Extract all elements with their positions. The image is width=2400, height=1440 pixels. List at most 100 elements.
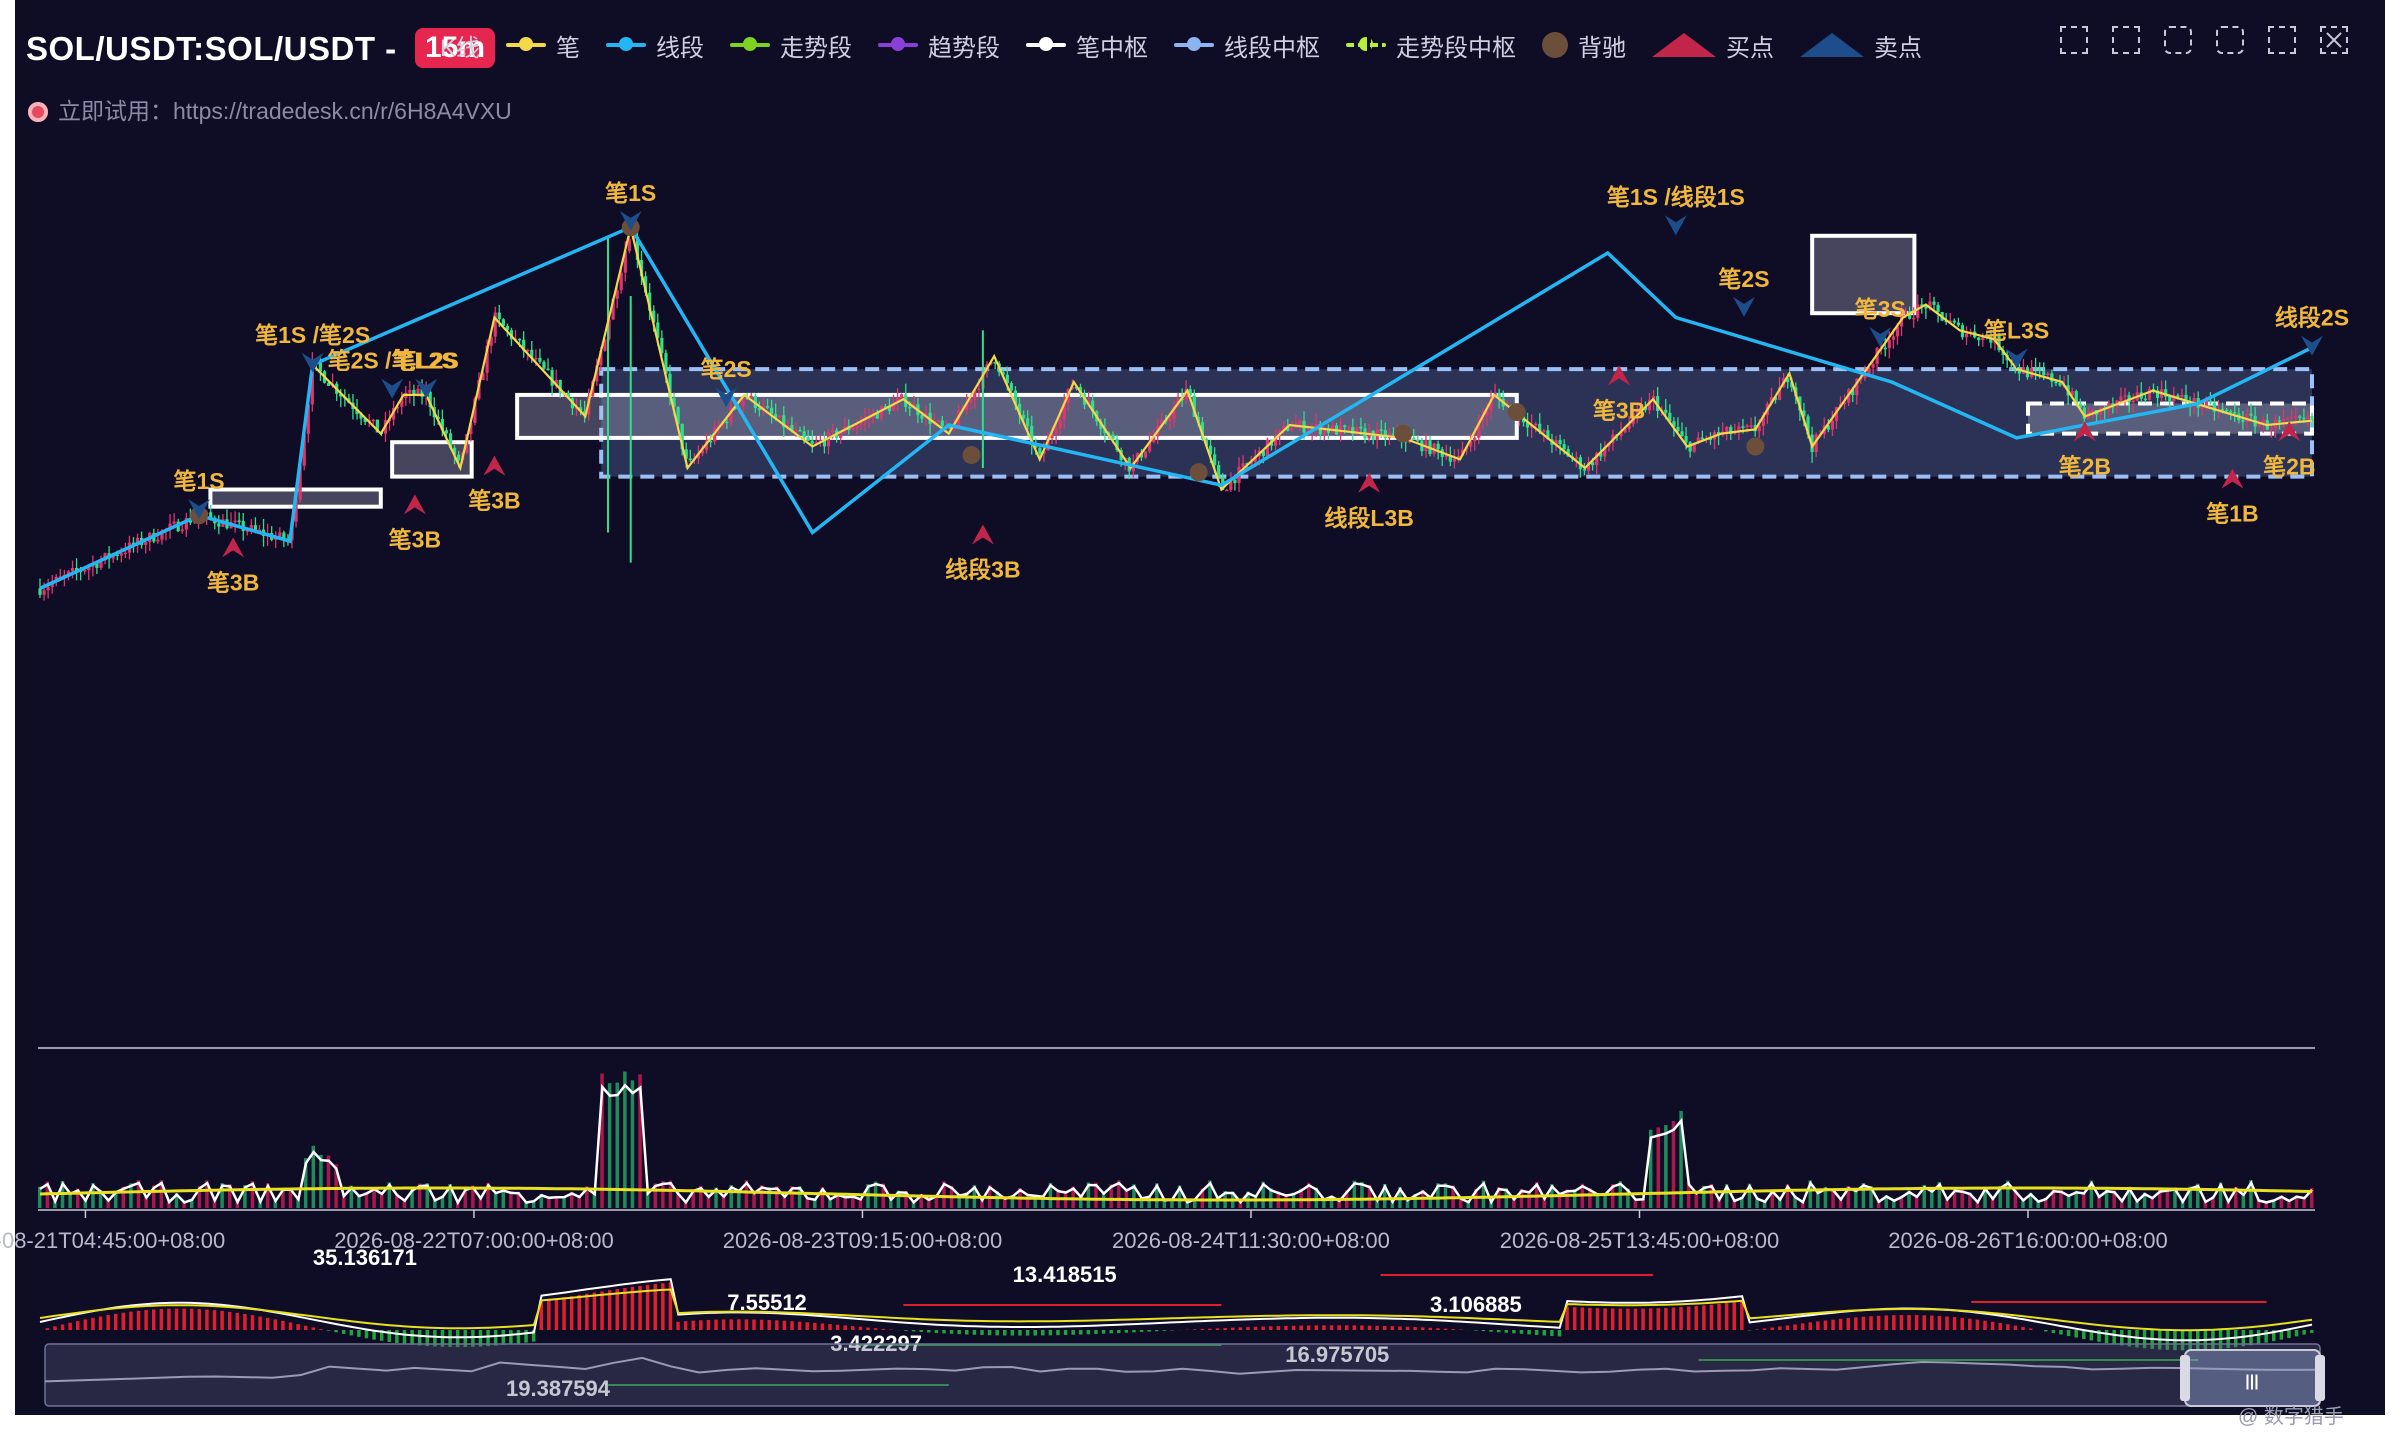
macd-histogram-bar (197, 1309, 202, 1330)
macd-histogram-bar (53, 1326, 57, 1330)
macd-histogram-bar (265, 1317, 270, 1330)
macd-histogram-bar (227, 1311, 232, 1330)
macd-histogram-bar (813, 1322, 817, 1330)
candle-body (2269, 428, 2273, 430)
candle-body (2034, 368, 2038, 370)
volume-bar (1671, 1120, 1676, 1208)
macd-histogram-bar (1086, 1330, 1091, 1335)
candle-body (851, 427, 855, 431)
macd-histogram-bar (1785, 1325, 1790, 1330)
macd-histogram-bar (714, 1319, 718, 1330)
macd-histogram-bar (1823, 1320, 1828, 1330)
volume-bar (623, 1071, 627, 1208)
macd-histogram-bar (1253, 1326, 1258, 1330)
candle-body (1241, 463, 1245, 467)
macd-histogram-bar (288, 1322, 293, 1330)
macd-histogram-bar (1413, 1327, 1417, 1330)
candle-body (1416, 439, 1420, 442)
macd-histogram-bar (775, 1320, 779, 1330)
candle-body (908, 406, 912, 409)
macd-histogram-bar (1770, 1327, 1774, 1330)
macd-histogram-bar (83, 1319, 88, 1330)
candle-body (1688, 442, 1692, 452)
macd-histogram-bar (1557, 1330, 1562, 1337)
macd-histogram-bar (965, 1330, 969, 1335)
candle-body (969, 399, 973, 403)
macd-histogram-bar (2112, 1330, 2116, 1345)
macd-histogram-bar (2006, 1324, 2010, 1330)
candle-body (1883, 347, 1887, 350)
macd-histogram-bar (1519, 1330, 1524, 1334)
candle-body (2038, 369, 2042, 372)
macd-histogram-bar (1048, 1330, 1053, 1336)
macd-histogram-bar (1010, 1330, 1015, 1336)
macd-histogram-bar (1367, 1325, 1372, 1330)
macd-histogram-bar (1861, 1316, 1866, 1330)
macd-histogram-bar (600, 1291, 604, 1330)
macd-histogram-bar (1481, 1330, 1486, 1332)
macd-histogram-bar (1398, 1326, 1402, 1330)
macd-histogram-bar (1344, 1325, 1349, 1330)
macd-histogram-bar (972, 1330, 977, 1335)
macd-histogram-bar (273, 1319, 278, 1330)
macd-value-label: 35.136171 (313, 1245, 417, 1270)
macd-histogram-bar (987, 1330, 992, 1336)
sell-point-label: 笔1S (605, 180, 656, 206)
macd-dif-line (39, 1278, 2313, 1342)
macd-histogram-bar (797, 1321, 802, 1330)
candle-body (1964, 333, 1969, 338)
chart-svg: 笔3B笔3B笔3B线段3B线段L3B笔3B笔2B笔1B笔2B笔1S笔1S /笔2… (0, 180, 2349, 1407)
candle-body (119, 553, 123, 556)
data-zoom-handle[interactable] (2315, 1355, 2325, 1401)
macd-histogram-bar (1268, 1326, 1273, 1330)
macd-histogram-bar (699, 1320, 703, 1330)
buy-point-marker (483, 455, 506, 476)
macd-histogram-bar (1960, 1317, 1964, 1330)
macd-histogram-bar (767, 1320, 771, 1330)
macd-histogram-bar (1937, 1315, 1942, 1330)
candle-body (830, 430, 835, 433)
macd-histogram-bar (1990, 1321, 1995, 1330)
candle-body (1932, 301, 1936, 305)
macd-histogram-bar (1694, 1305, 1699, 1330)
macd-histogram-bar (1474, 1330, 1478, 1331)
macd-histogram-bar (1436, 1328, 1440, 1330)
candle-body (1830, 420, 1835, 430)
macd-histogram-bar (729, 1319, 733, 1330)
macd-histogram-bar (2310, 1330, 2314, 1333)
macd-histogram-bar (1808, 1322, 1812, 1330)
candle-body (46, 586, 50, 591)
macd-histogram-bar (1709, 1304, 1714, 1330)
buy-point-label: 线段3B (945, 557, 1020, 583)
macd-histogram-bar (881, 1328, 885, 1330)
macd-histogram-bar (1284, 1325, 1288, 1330)
macd-histogram-bar (1352, 1325, 1357, 1330)
candle-body (749, 395, 753, 399)
macd-histogram-bar (828, 1324, 832, 1330)
macd-histogram-bar (1952, 1317, 1957, 1330)
buy-point-label: 线段L3B (1324, 505, 1413, 531)
macd-histogram-bar (235, 1312, 240, 1330)
macd-histogram-bar (744, 1319, 749, 1330)
macd-histogram-bar (873, 1328, 878, 1330)
candle-body (806, 437, 810, 441)
candle-body (1952, 320, 1956, 323)
macd-histogram-bar (1132, 1330, 1136, 1333)
macd-histogram-bar (2294, 1330, 2299, 1337)
macd-histogram-bar (942, 1330, 946, 1334)
macd-histogram-bar (1139, 1330, 1144, 1332)
macd-histogram-bar (706, 1319, 711, 1330)
macd-histogram-bar (1846, 1318, 1850, 1330)
candle-body (1058, 419, 1062, 429)
candle-body (156, 539, 160, 542)
candle-body (1977, 337, 1981, 341)
data-zoom-handle[interactable] (2180, 1355, 2190, 1401)
macd-histogram-bar (205, 1309, 209, 1330)
buy-point-marker (403, 494, 426, 515)
macd-histogram-bar (243, 1313, 247, 1330)
macd-value-label: 7.55512 (727, 1290, 807, 1315)
buy-point-label: 笔3B (468, 488, 520, 514)
macd-histogram-bar (212, 1310, 217, 1330)
macd-histogram-bar (759, 1319, 764, 1330)
macd-histogram-bar (1588, 1307, 1592, 1330)
